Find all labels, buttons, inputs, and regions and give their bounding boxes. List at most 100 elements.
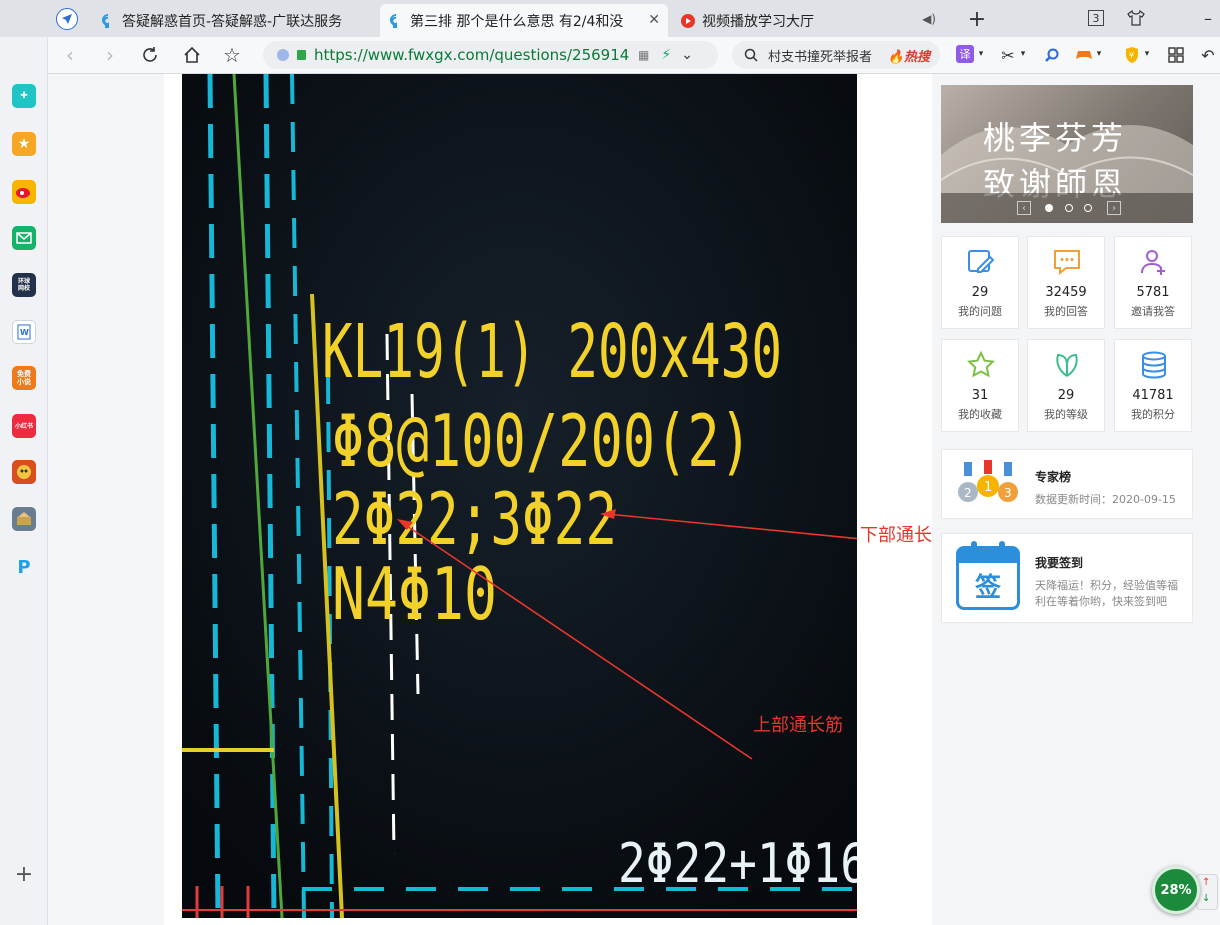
banner-line-1: 桃李芬芳 (983, 119, 1128, 157)
tab-current-question[interactable]: 第三排 那个是什么意思 有2/4和没 ✕ (380, 4, 668, 37)
apps-grid-icon[interactable] (1166, 45, 1186, 65)
site-info-icon[interactable] (277, 49, 289, 61)
cad-text-line-1: KL19(1) 200x430 (322, 309, 782, 395)
chevron-down-icon[interactable]: ⌄ (681, 47, 693, 63)
cad-text-line-4: N4Φ10 (332, 552, 497, 636)
scissors-icon[interactable]: ✂ (998, 45, 1018, 65)
skin-icon[interactable] (1126, 8, 1146, 28)
stat-my-questions[interactable]: 29 我的问题 (941, 236, 1019, 329)
free-novel-icon[interactable]: 免费 小说 (12, 366, 36, 390)
address-bar[interactable]: https://www.fwxgx.com/questions/256914 ▦… (263, 41, 718, 69)
chevron-down-icon[interactable]: ▾ (1018, 45, 1028, 63)
banner-dot-1[interactable] (1045, 204, 1053, 212)
sign-in-card[interactable]: 签 我要签到 天降福运！积分，经验值等福利在等着你哟，快来签到吧 (941, 533, 1193, 623)
undo-icon[interactable]: ↶ (1198, 45, 1218, 65)
stat-label: 我的收藏 (958, 408, 1002, 421)
game-2-icon[interactable] (12, 507, 36, 531)
leaf-level-icon (1056, 353, 1078, 377)
promo-banner[interactable]: 桃李芬芳 致谢師恩 ‹ › (941, 85, 1193, 223)
stat-my-favorites[interactable]: 31 我的收藏 (941, 339, 1019, 432)
speaker-icon[interactable]: ◀) (922, 12, 936, 26)
word-doc-icon[interactable]: W (12, 320, 36, 344)
banner-prev-button[interactable]: ‹ (1017, 201, 1031, 215)
add-sidebar-item-icon[interactable]: + (12, 862, 36, 886)
annotation-label-top-rebar: 上部通长筋 (753, 715, 843, 736)
game-controller-icon[interactable] (1074, 45, 1094, 65)
stat-label: 邀请我答 (1131, 305, 1175, 318)
comment-answer-icon (1054, 250, 1080, 276)
navigate-icon[interactable] (56, 8, 78, 30)
stat-value: 32459 (1045, 285, 1087, 300)
mail-icon[interactable] (12, 226, 36, 250)
star-collect-icon (966, 350, 996, 378)
game-icon[interactable] (12, 460, 36, 484)
search-input[interactable]: 村支书撞死举报者 (768, 46, 872, 65)
cad-text-line-3: 2Φ22;3Φ22 (332, 477, 617, 561)
tab-qa-home[interactable]: 答疑解惑首页-答疑解惑-广联达服务 (92, 4, 372, 37)
expert-ranking-card[interactable]: 2 1 3 专家榜 数据更新时间：2020-09-15 (941, 449, 1193, 519)
navigation-bar: ‹ › ☆ https://www.fwxgx.com/questions/25… (48, 37, 1220, 74)
back-icon[interactable]: ‹ (58, 43, 82, 67)
home-icon[interactable] (180, 43, 204, 67)
coins-points-icon (1142, 351, 1166, 379)
star-favorites-icon[interactable]: ★ (12, 132, 36, 156)
lightning-icon[interactable]: ⚡ (661, 47, 671, 63)
stat-value: 29 (1057, 388, 1075, 403)
scroll-down-icon[interactable]: ↓ (1202, 893, 1210, 904)
minimize-icon[interactable]: – (1198, 8, 1218, 28)
reload-icon[interactable] (138, 43, 162, 67)
sign-in-card-desc: 天降福运！积分，经验值等福利在等着你哟，快来签到吧 (1035, 579, 1178, 608)
fire-icon: 🔥 (887, 49, 904, 65)
expert-card-title: 专家榜 (1035, 470, 1072, 484)
banner-dot-3[interactable] (1084, 204, 1092, 212)
invite-user-icon (1141, 250, 1165, 275)
calendar-sign-icon: 签 (956, 541, 1020, 610)
banner-next-button[interactable]: › (1107, 201, 1121, 215)
glodon-icon (102, 13, 109, 28)
medals-icon: 2 1 3 (958, 460, 1018, 502)
news-app-icon[interactable]: 环球 网校 (12, 273, 36, 297)
chevron-down-icon[interactable]: ▾ (1142, 45, 1152, 63)
tab-count-badge[interactable]: 3 (1088, 10, 1104, 26)
stat-invited-answers[interactable]: 5781 邀请我答 (1114, 236, 1192, 329)
weibo-icon[interactable] (12, 180, 36, 204)
close-tab-icon[interactable]: ✕ (648, 12, 660, 28)
qr-code-icon[interactable]: ▦ (638, 48, 649, 62)
magnifier-icon[interactable] (1042, 45, 1062, 65)
lock-icon (297, 50, 306, 60)
forward-icon[interactable]: › (98, 43, 122, 67)
svg-text:1: 1 (984, 480, 992, 495)
shield-money-icon[interactable]: ¥ (1122, 45, 1142, 65)
reading-progress-badge[interactable]: 28% (1152, 866, 1200, 914)
stat-my-answers[interactable]: 32459 我的回答 (1027, 236, 1105, 329)
translate-icon[interactable]: 译 (956, 45, 974, 63)
stat-label: 我的问题 (958, 305, 1002, 318)
tab-video-hall[interactable]: 视频播放学习大厅 ◀) (672, 4, 952, 37)
stat-my-points[interactable]: 41781 我的积分 (1114, 339, 1192, 432)
scroll-up-icon[interactable]: ↑ (1202, 877, 1210, 888)
stat-value: 5781 (1136, 285, 1170, 300)
stat-value: 31 (971, 388, 989, 403)
stat-my-level[interactable]: 29 我的等级 (1027, 339, 1105, 432)
banner-dot-2[interactable] (1065, 204, 1073, 212)
url-text[interactable]: https://www.fwxgx.com/questions/256914 (314, 46, 634, 64)
bookmark-star-icon[interactable]: ☆ (220, 43, 244, 67)
p-app-icon[interactable]: P (12, 555, 36, 579)
stat-label: 我的积分 (1131, 408, 1175, 421)
plus-app-icon[interactable]: ✚ (12, 84, 36, 108)
sign-in-card-title: 我要签到 (1035, 556, 1084, 570)
cad-text-line-2: Φ8@100/200(2) (332, 399, 752, 483)
new-tab-button[interactable]: + (964, 6, 990, 32)
chevron-down-icon[interactable]: ▾ (976, 45, 986, 63)
svg-text:W: W (20, 328, 29, 337)
xiaohongshu-icon[interactable]: 小红书 (12, 414, 36, 438)
video-app-icon (681, 13, 695, 28)
svg-text:3: 3 (1004, 486, 1012, 500)
edit-question-icon (968, 250, 995, 273)
search-box[interactable]: 村支书撞死举报者 🔥热搜 (732, 41, 940, 69)
cad-text-bottom: 2Φ22+1Φ16 (618, 832, 857, 895)
question-image[interactable]: KL19(1) 200x430 Φ8@100/200(2) 2Φ22;3Φ22 … (182, 74, 857, 918)
tab-bar: 答疑解惑首页-答疑解惑-广联达服务 第三排 那个是什么意思 有2/4和没 ✕ 视… (0, 0, 1220, 37)
hot-search-badge[interactable]: 🔥热搜 (888, 46, 930, 65)
chevron-down-icon[interactable]: ▾ (1094, 45, 1104, 63)
